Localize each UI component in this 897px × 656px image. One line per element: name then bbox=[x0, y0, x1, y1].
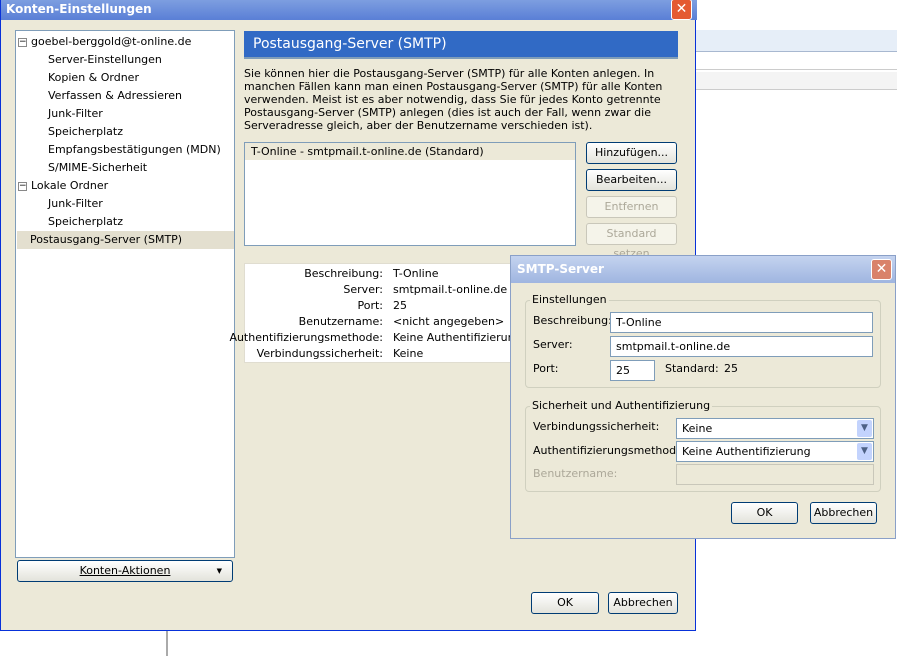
detail-value: <nicht angegeben> bbox=[393, 315, 505, 328]
smtp-server-list[interactable]: T-Online - smtpmail.t-online.de (Standar… bbox=[244, 142, 576, 246]
tree-item-label: goebel-berggold@t-online.de bbox=[31, 35, 192, 48]
tree-item-label: Verfassen & Adressieren bbox=[48, 89, 183, 102]
security-legend: Sicherheit und Authentifizierung bbox=[530, 399, 713, 412]
tree-item[interactable]: Server-Einstellungen bbox=[48, 51, 162, 69]
dialog-ok-button[interactable]: OK bbox=[731, 502, 798, 524]
set-default-button[interactable]: Standard setzen bbox=[586, 223, 677, 260]
list-item[interactable]: T-Online - smtpmail.t-online.de (Standar… bbox=[245, 143, 575, 160]
tree-item-label: Junk-Filter bbox=[48, 107, 103, 120]
tree-item-label: Postausgang-Server (SMTP) bbox=[30, 233, 183, 246]
background-header bbox=[695, 72, 897, 90]
chevron-down-icon: ▼ bbox=[857, 443, 872, 460]
auth-method-label: Authentifizierungsmethode: bbox=[533, 444, 687, 457]
tree-item-label: Server-Einstellungen bbox=[48, 53, 162, 66]
tree-item[interactable]: S/MIME-Sicherheit bbox=[48, 159, 147, 177]
username-input[interactable] bbox=[676, 464, 874, 485]
detail-label: Port: bbox=[357, 299, 383, 312]
description-text: Sie können hier die Postausgang-Server (… bbox=[244, 67, 663, 132]
remove-button[interactable]: Entfernen bbox=[586, 196, 677, 218]
close-button[interactable]: ✕ bbox=[671, 0, 692, 20]
tree-item[interactable]: Kopien & Ordner bbox=[48, 69, 139, 87]
tree-item[interactable]: Speicherplatz bbox=[48, 213, 123, 231]
tree-item[interactable]: Postausgang-Server (SMTP) bbox=[17, 231, 234, 249]
default-port-value: 25 bbox=[724, 362, 738, 375]
detail-label: Benutzername: bbox=[298, 315, 383, 328]
account-actions-button[interactable]: Konten-Aktionen ▼ bbox=[17, 560, 233, 582]
tree-item-label: Speicherplatz bbox=[48, 215, 123, 228]
server-details: Beschreibung: T-Online Server: smtpmail.t-o… bbox=[229, 263, 522, 363]
connection-security-select[interactable]: Keine ▼ bbox=[676, 418, 874, 439]
detail-value: smtpmail.t-online.de bbox=[393, 283, 508, 296]
ok-button[interactable]: OK bbox=[531, 592, 599, 614]
description-input[interactable]: T-Online bbox=[610, 312, 873, 333]
page-title: Postausgang-Server (SMTP) bbox=[244, 31, 678, 59]
port-label: Port: bbox=[533, 362, 559, 375]
chevron-down-icon: ▼ bbox=[857, 420, 872, 437]
tree-item-label: S/MIME-Sicherheit bbox=[48, 161, 148, 174]
username-label: Benutzername: bbox=[533, 467, 618, 480]
dialog-title: SMTP-Server bbox=[511, 256, 895, 283]
smtp-server-dialog: SMTP-Server ✕ Einstellungen Beschreibung… bbox=[510, 255, 896, 539]
window-title: Konten-Einstellungen bbox=[1, 0, 697, 20]
settings-legend: Einstellungen bbox=[530, 293, 609, 306]
edit-button[interactable]: Bearbeiten... bbox=[586, 169, 677, 191]
auth-method-select[interactable]: Keine Authentifizierung ▼ bbox=[676, 441, 874, 462]
tree-item-label: Empfangsbestätigungen (MDN) bbox=[48, 143, 221, 156]
tree-item-label: Junk-Filter bbox=[48, 197, 103, 210]
account-tree[interactable]: − goebel-berggold@t-online.de Server-Einst… bbox=[15, 30, 235, 558]
tree-item[interactable]: Junk-Filter bbox=[48, 105, 103, 123]
dropdown-arrow-icon: ▼ bbox=[216, 567, 222, 575]
default-port-label: Standard: bbox=[665, 362, 719, 375]
detail-value: T-Online bbox=[393, 267, 439, 280]
tree-item-label: Speicherplatz bbox=[48, 125, 123, 138]
tree-item-label: Lokale Ordner bbox=[31, 179, 109, 192]
dialog-cancel-button[interactable]: Abbrechen bbox=[810, 502, 877, 524]
detail-label: Authentifizierungsmethode: bbox=[229, 331, 383, 344]
tree-item-label: Kopien & Ordner bbox=[48, 71, 139, 84]
background-toolbar bbox=[695, 56, 897, 70]
detail-value: Keine bbox=[393, 347, 424, 360]
collapse-icon[interactable]: − bbox=[18, 181, 27, 191]
background-divider bbox=[166, 630, 168, 656]
detail-value: 25 bbox=[393, 299, 407, 312]
tree-item[interactable]: Speicherplatz bbox=[48, 123, 123, 141]
tree-item[interactable]: − Lokale Ordner bbox=[18, 177, 108, 195]
server-label: Server: bbox=[533, 338, 573, 351]
collapse-icon[interactable]: − bbox=[18, 37, 27, 47]
detail-label: Server: bbox=[343, 283, 383, 296]
tree-item[interactable]: Junk-Filter bbox=[48, 195, 103, 213]
cancel-button[interactable]: Abbrechen bbox=[608, 592, 678, 614]
tree-item[interactable]: − goebel-berggold@t-online.de bbox=[18, 33, 191, 51]
description-label: Beschreibung: bbox=[533, 314, 612, 327]
dialog-close-button[interactable]: ✕ bbox=[871, 259, 892, 280]
connection-security-label: Verbindungssicherheit: bbox=[533, 420, 660, 433]
tree-item[interactable]: Verfassen & Adressieren bbox=[48, 87, 182, 105]
detail-label: Beschreibung: bbox=[304, 267, 383, 280]
background-toolbar bbox=[695, 30, 897, 52]
server-input[interactable]: smtpmail.t-online.de bbox=[610, 336, 873, 357]
add-button[interactable]: Hinzufügen... bbox=[586, 142, 677, 164]
detail-value: Keine Authentifizierung bbox=[393, 331, 522, 344]
detail-label: Verbindungssicherheit: bbox=[256, 347, 383, 360]
port-input[interactable]: 25 bbox=[610, 360, 655, 381]
tree-item[interactable]: Empfangsbestätigungen (MDN) bbox=[48, 141, 221, 159]
